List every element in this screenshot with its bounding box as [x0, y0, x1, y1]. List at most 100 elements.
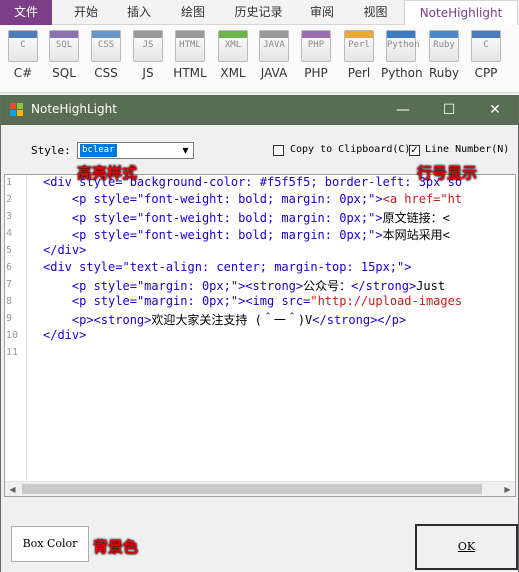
code-line: <p style="font-weight: bold; margin: 0px… [43, 226, 450, 243]
language-button-3[interactable]: JS JS [128, 30, 168, 88]
line-number: 11 [6, 347, 19, 358]
tab-2[interactable]: 插入 [112, 0, 166, 25]
ok-button[interactable]: OK [415, 524, 518, 570]
tab-7[interactable]: NoteHighlight [404, 0, 518, 26]
code-line: <p style="font-weight: bold; margin: 0px… [43, 192, 462, 206]
line-number: 10 [6, 330, 19, 341]
line-number: 6 [6, 262, 13, 273]
scroll-right-icon[interactable]: ▶ [500, 482, 515, 496]
line-number: 1 [6, 177, 13, 188]
ribbon-tabs: 文件 开始 插入 绘图 历史记录 审阅 视图 NoteHighlight [0, 0, 519, 26]
file-icon-band [50, 31, 78, 38]
code-token: <p><strong> [43, 313, 152, 327]
code-file-icon: Ruby [429, 30, 459, 62]
code-token: <p [43, 228, 94, 242]
file-icon-mark: HTML [179, 40, 201, 50]
code-token: </strong></p> [312, 313, 407, 327]
code-token: "margin: 0px;" [136, 279, 239, 293]
language-label: XML [220, 66, 246, 80]
code-token: 欢迎大家关注支持 (＾一＾)V [151, 313, 313, 327]
tab-4[interactable]: 历史记录 [220, 0, 297, 25]
line-number: 7 [6, 279, 13, 290]
file-icon-band [219, 31, 247, 38]
code-token: "http://upload-images [310, 294, 463, 308]
language-button-5[interactable]: XML XML [213, 30, 253, 88]
scrollbar-thumb[interactable] [22, 484, 482, 494]
code-token: > [375, 228, 383, 242]
horizontal-scrollbar[interactable]: ◀ ▶ [5, 481, 515, 496]
line-number: 5 [6, 245, 13, 256]
dialog-titlebar: NoteHighLight — ☐ ✕ [1, 95, 518, 125]
code-token: style= [93, 294, 137, 308]
line-number-label[interactable]: Line Number(N) [425, 144, 509, 155]
tab-0[interactable]: 文件 [0, 0, 52, 25]
language-label: Ruby [428, 66, 460, 80]
language-label: SQL [52, 66, 76, 80]
minimize-button[interactable]: — [380, 95, 426, 125]
language-button-10[interactable]: Ruby Ruby [424, 30, 464, 88]
ribbon-language-group: C C# SQL SQL CSS CSS JS JS HTML HTML XML XML JAVA JAV… [0, 25, 519, 93]
language-button-11[interactable]: C CPP [466, 30, 506, 88]
chevron-down-icon[interactable]: ▼ [178, 143, 193, 158]
code-token: ><img src= [238, 294, 311, 308]
style-dropdown-value: bclear [80, 144, 117, 157]
language-label: Python [381, 66, 423, 80]
code-token: </div> [43, 243, 87, 257]
language-label: Perl [347, 66, 371, 80]
file-icon-band [387, 31, 415, 38]
code-token: <p [43, 192, 94, 206]
tab-1[interactable]: 开始 [60, 0, 112, 25]
code-file-icon: XML [218, 30, 248, 62]
language-button-2[interactable]: CSS CSS [86, 30, 126, 88]
file-icon-mark: SQL [55, 40, 73, 50]
code-line: </div> [43, 243, 86, 257]
file-icon-band [92, 31, 120, 38]
box-color-button[interactable]: Box Color [11, 526, 89, 562]
close-button[interactable]: ✕ [472, 95, 518, 125]
code-preview[interactable]: 1 2 3 4 5 6 7 8 9 10 11 <div style= "background-col… [4, 174, 516, 497]
code-token: 公众号： [303, 279, 352, 293]
code-token: "font-weight: bold; margin: 0px;" [136, 192, 376, 206]
language-button-0[interactable]: C C# [3, 30, 43, 88]
file-icon-band [260, 31, 288, 38]
file-icon-band [134, 31, 162, 38]
language-button-1[interactable]: SQL SQL [44, 30, 84, 88]
maximize-button[interactable]: ☐ [426, 95, 472, 125]
code-token: > [375, 211, 383, 225]
code-token: <a href="ht [382, 192, 463, 206]
code-token: style= [93, 211, 137, 225]
code-token: > [404, 260, 412, 274]
code-token: </strong> [351, 279, 417, 293]
code-file-icon: C [8, 30, 38, 62]
copy-clipboard-checkbox[interactable] [273, 145, 284, 156]
file-icon-mark: C [20, 40, 26, 50]
tab-3[interactable]: 绘图 [166, 0, 220, 25]
language-button-7[interactable]: PHP PHP [296, 30, 336, 88]
code-file-icon: CSS [91, 30, 121, 62]
copy-clipboard-label[interactable]: Copy to Clipboard(C) [290, 144, 410, 155]
file-icon-mark: C [483, 40, 489, 50]
file-icon-band [345, 31, 373, 38]
code-line: </div> [43, 328, 86, 342]
file-icon-mark: Ruby [433, 40, 455, 50]
app-icon [10, 103, 24, 117]
code-token: <p [43, 279, 94, 293]
code-file-icon: SQL [49, 30, 79, 62]
code-file-icon: JS [133, 30, 163, 62]
language-button-8[interactable]: Perl Perl [339, 30, 379, 88]
tab-6[interactable]: 视图 [347, 0, 404, 25]
style-dropdown[interactable]: bclear ▼ [77, 142, 194, 159]
line-number-checkbox[interactable]: ✓ [409, 145, 420, 156]
tab-5[interactable]: 审阅 [297, 0, 347, 25]
code-token: <div [43, 260, 80, 274]
code-line: <p style="margin: 0px;"><strong>公众号：</st… [43, 277, 445, 294]
language-button-6[interactable]: JAVA JAVA [254, 30, 294, 88]
scroll-left-icon[interactable]: ◀ [5, 482, 20, 496]
language-button-4[interactable]: HTML HTML [170, 30, 210, 88]
language-label: JS [142, 66, 154, 80]
code-token: </div> [43, 328, 87, 342]
code-token: Just [416, 279, 446, 293]
code-line: <div style="text-align: center; margin-t… [43, 260, 411, 274]
file-icon-band [302, 31, 330, 38]
language-button-9[interactable]: Python Python [381, 30, 423, 88]
